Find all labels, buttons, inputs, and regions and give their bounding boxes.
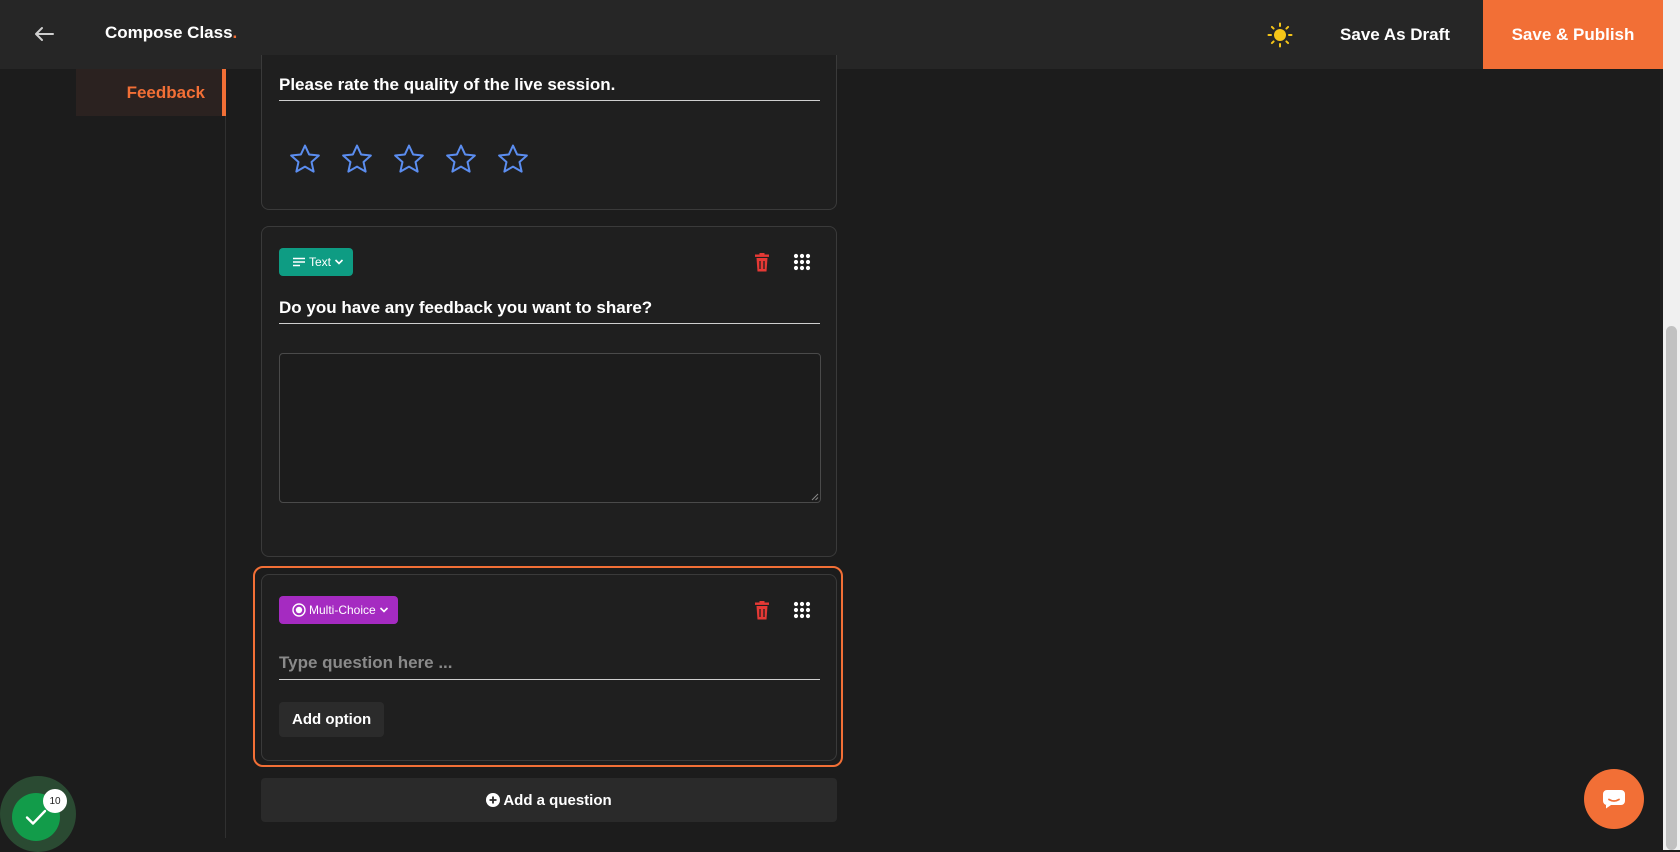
question-text[interactable]: Do you have any feedback you want to sha… — [279, 293, 820, 324]
save-draft-button[interactable]: Save As Draft — [1330, 0, 1460, 69]
chat-icon[interactable] — [1584, 769, 1644, 829]
back-arrow-icon[interactable] — [30, 20, 58, 48]
checklist-count-badge: 10 — [43, 789, 67, 813]
lines-icon — [293, 257, 305, 267]
add-question-label: Add a question — [503, 791, 612, 809]
question-input[interactable] — [279, 647, 820, 680]
title-dot: . — [232, 23, 238, 42]
trash-icon[interactable] — [750, 598, 774, 622]
star-icon[interactable] — [288, 142, 322, 176]
sun-icon[interactable] — [1265, 20, 1295, 50]
drag-handle-icon[interactable] — [790, 598, 814, 622]
radio-icon — [292, 603, 306, 617]
star-icon[interactable] — [444, 142, 478, 176]
scrollbar-thumb[interactable] — [1666, 326, 1677, 850]
star-rating — [288, 142, 530, 176]
question-card-text: Text Do you have any feedback you want t… — [261, 226, 837, 557]
sidebar-divider — [225, 116, 226, 838]
page-title-text: Compose Class — [105, 23, 233, 42]
question-type-dropdown[interactable]: Multi-Choice — [279, 596, 398, 624]
add-option-button[interactable]: Add option — [279, 702, 385, 737]
answer-textarea[interactable] — [279, 353, 821, 503]
top-bar: Compose Class. Save As Draft Save & Publ… — [0, 0, 1680, 69]
save-publish-button[interactable]: Save & Publish — [1483, 0, 1663, 69]
plus-circle-icon — [486, 793, 501, 807]
star-icon[interactable] — [340, 142, 374, 176]
question-type-label: Text — [309, 255, 332, 269]
question-text[interactable]: Please rate the quality of the live sess… — [279, 70, 820, 101]
resize-handle-icon[interactable] — [811, 493, 819, 501]
drag-handle-icon[interactable] — [790, 250, 814, 274]
question-card-rating: Please rate the quality of the live sess… — [261, 55, 837, 210]
trash-icon[interactable] — [750, 250, 774, 274]
page-title: Compose Class. — [105, 23, 237, 43]
star-icon[interactable] — [496, 142, 530, 176]
question-type-dropdown[interactable]: Text — [279, 248, 354, 276]
add-question-button[interactable]: Add a question — [261, 778, 837, 822]
chevron-down-icon — [334, 259, 344, 265]
question-type-label: Multi-Choice — [309, 603, 376, 617]
chevron-down-icon — [379, 607, 388, 613]
question-card-multi-choice: Multi-Choice Add option — [261, 574, 837, 761]
star-icon[interactable] — [392, 142, 426, 176]
sidebar-item-feedback[interactable]: Feedback — [76, 69, 226, 116]
